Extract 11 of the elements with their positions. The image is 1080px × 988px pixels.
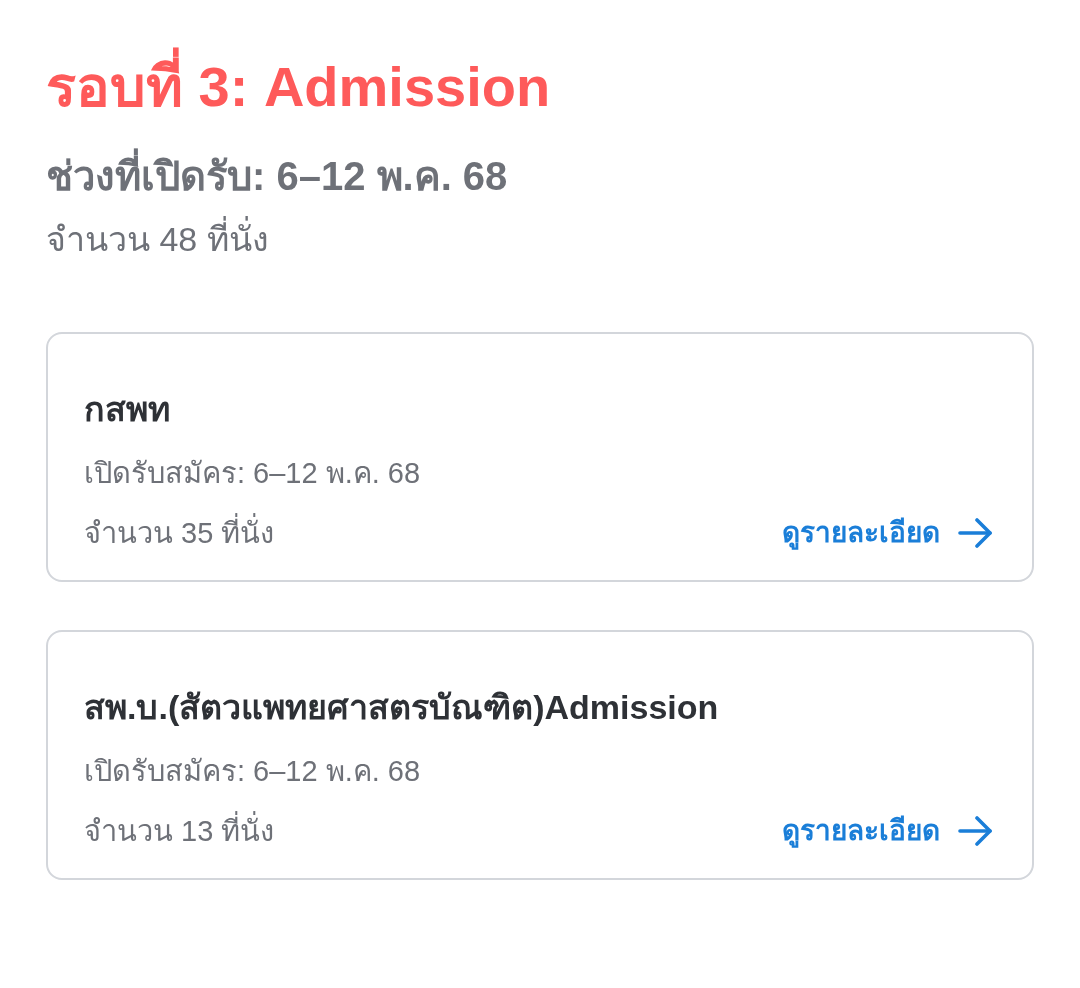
- application-period: เปิดรับสมัคร: 6–12 พ.ค. 68: [84, 456, 422, 491]
- details-link[interactable]: ดูรายละเอียด: [782, 513, 992, 553]
- program-name: สพ.บ.(สัตวแพทยศาสตรบัณฑิต)Admission: [84, 687, 720, 728]
- program-name: กสพท: [84, 389, 171, 430]
- details-link[interactable]: ดูรายละเอียด: [782, 811, 992, 851]
- application-period: เปิดรับสมัคร: 6–12 พ.ค. 68: [84, 754, 422, 789]
- round-title: รอบที่ 3: Admission: [46, 42, 1034, 132]
- seat-count: จำนวน 13 ที่นั่ง: [84, 811, 275, 851]
- round-period: ช่วงที่เปิดรับ: 6–12 พ.ค. 68: [46, 146, 1034, 206]
- round-seats: จำนวน 48 ที่นั่ง: [46, 214, 1034, 264]
- seat-count: จำนวน 35 ที่นั่ง: [84, 513, 275, 553]
